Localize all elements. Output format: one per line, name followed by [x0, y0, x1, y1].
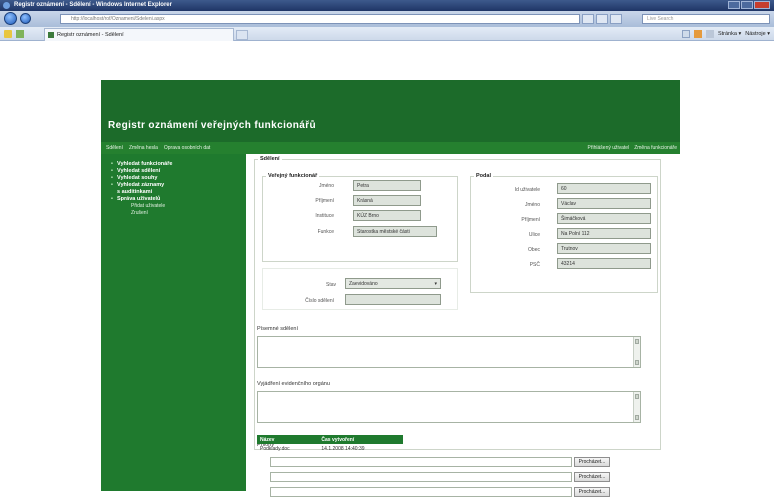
- browser-tab[interactable]: Registr oznámení - Sdělení: [44, 28, 234, 41]
- minimize-button[interactable]: [728, 1, 740, 9]
- site-header: Registr oznámení veřejných funkcionářů: [101, 80, 680, 142]
- written-notice-textarea[interactable]: [257, 336, 641, 368]
- attachment-created: 14.1.2008 14:40:39: [321, 445, 365, 452]
- stop-icon[interactable]: [596, 14, 608, 24]
- window-titlebar: Registr oznámení - Sdělení - Windows Int…: [0, 0, 774, 11]
- sidebar: • Vyhledat funkcionáře • Vyhledat sdělení …: [101, 154, 246, 491]
- new-tab-button[interactable]: [236, 30, 248, 40]
- site: Registr oznámení veřejných funkcionářů S…: [101, 80, 680, 497]
- close-button[interactable]: [754, 1, 770, 9]
- refresh-icon[interactable]: [582, 14, 594, 24]
- user-lastname-field[interactable]: Šimáčková: [557, 213, 651, 224]
- written-notice-label: Písemné sdělení: [257, 326, 298, 332]
- table-row[interactable]: Podklady.doc 14.1.2008 14:40:39: [257, 444, 403, 453]
- menu-item-logged-user[interactable]: Přihlášený uživatel: [588, 142, 630, 154]
- site-title: Registr oznámení veřejných funkcionářů: [108, 120, 317, 131]
- address-toolbar: http://localhost/rof/Oznameni/Sdeleni.as…: [0, 11, 774, 27]
- authority-response-textarea[interactable]: [257, 391, 641, 423]
- user-firstname-label: Jméno: [524, 202, 540, 208]
- table-header-row: Název Čas vytvoření: [257, 435, 403, 444]
- user-zip-field[interactable]: 43214: [557, 258, 651, 269]
- tab-title: Registr oznámení - Sdělení: [57, 32, 124, 38]
- column-header-created: Čas vytvoření: [318, 435, 403, 444]
- menu-item-change-official[interactable]: Změna funkcionáře: [634, 142, 677, 154]
- page-icon: [48, 32, 54, 38]
- user-city-label: Obec: [528, 247, 540, 253]
- user-firstname-field[interactable]: Václav: [557, 198, 651, 209]
- official-institution-label: Instituce: [315, 213, 334, 219]
- notice-legend: Sdělení: [260, 156, 280, 162]
- print-icon[interactable]: [705, 30, 714, 38]
- add-favorite-icon[interactable]: [16, 30, 24, 38]
- authority-response-label: Vyjádření evidenčního orgánu: [257, 381, 330, 387]
- sidebar-item-user-admin[interactable]: • Správa uživatelů: [101, 196, 246, 203]
- menu-item-change-password[interactable]: Změna hesla: [129, 142, 158, 154]
- sidebar-item-search-notices[interactable]: • Vyhledat sdělení: [101, 168, 246, 175]
- browse-button-1[interactable]: Procházet...: [574, 457, 610, 467]
- official-firstname-field[interactable]: Petra: [353, 180, 421, 191]
- go-icon[interactable]: [610, 14, 622, 24]
- back-button[interactable]: [4, 12, 17, 25]
- attachment-file-input-1[interactable]: [270, 457, 572, 467]
- official-legend: Veřejný funkcionář: [268, 173, 318, 179]
- official-institution-field[interactable]: KÚZ Brno: [353, 210, 421, 221]
- scrollbar[interactable]: [633, 392, 640, 422]
- attachment-file-input-2[interactable]: [270, 472, 572, 482]
- sidebar-subitem-cancel[interactable]: Zrušení: [101, 210, 246, 217]
- attachment-name[interactable]: Podklady.doc: [257, 444, 318, 453]
- submitter-legend: Podal: [476, 173, 491, 179]
- user-lastname-label: Příjmení: [521, 217, 540, 223]
- user-id-field[interactable]: 60: [557, 183, 651, 194]
- sidebar-item-search-records[interactable]: • Vyhledat záznamy s auditinkami: [101, 182, 246, 196]
- page-viewport: Registr oznámení veřejných funkcionářů S…: [0, 41, 774, 497]
- forward-button[interactable]: [20, 13, 31, 24]
- browse-button-3[interactable]: Procházet...: [574, 487, 610, 497]
- user-zip-label: PSČ: [529, 262, 540, 268]
- user-city-field[interactable]: Trutnov: [557, 243, 651, 254]
- main-menu: Sdělení Změna hesla Oprava osobních dat …: [101, 142, 680, 154]
- user-street-field[interactable]: Na Polní 112: [557, 228, 651, 239]
- sidebar-item-search-files[interactable]: • Vyhledat souhy: [101, 175, 246, 182]
- ie-icon: [3, 2, 10, 9]
- search-input[interactable]: Live Search: [642, 14, 770, 24]
- sidebar-subitem-add-user[interactable]: Přidat uživatele: [101, 203, 246, 210]
- status-label: Stav: [325, 282, 336, 288]
- notice-number-label: Číslo sdělení: [305, 298, 334, 304]
- window-title: Registr oznámení - Sdělení - Windows Int…: [14, 2, 172, 8]
- attachment-file-input-3[interactable]: [270, 487, 572, 497]
- user-id-label: Id uživatele: [514, 187, 540, 193]
- scrollbar[interactable]: [633, 337, 640, 367]
- browse-button-2[interactable]: Procházet...: [574, 472, 610, 482]
- feeds-icon[interactable]: [693, 30, 702, 38]
- tools-menu[interactable]: Nástroje ▾: [745, 29, 770, 39]
- menu-item-sdeleni[interactable]: Sdělení: [106, 142, 123, 154]
- official-firstname-label: Jméno: [318, 183, 334, 189]
- column-header-name: Název: [257, 435, 319, 444]
- menu-item-edit-personal-data[interactable]: Oprava osobních dat: [164, 142, 210, 154]
- address-bar[interactable]: http://localhost/rof/Oznameni/Sdeleni.as…: [60, 14, 580, 24]
- home-icon[interactable]: [681, 30, 690, 38]
- status-select[interactable]: Zaevidováno ▾: [345, 278, 441, 289]
- official-lastname-label: Příjmení: [315, 198, 334, 204]
- official-lastname-field[interactable]: Krásná: [353, 195, 421, 206]
- attachments-table: Název Čas vytvoření Podklady.doc 14.1.20…: [257, 435, 403, 453]
- official-function-field[interactable]: Starostka městské části: [353, 226, 437, 237]
- user-street-label: Ulice: [528, 232, 540, 238]
- official-function-label: Funkce: [317, 229, 334, 235]
- sidebar-item-search-officials[interactable]: • Vyhledat funkcionáře: [101, 161, 246, 168]
- tab-row: Registr oznámení - Sdělení Stránka ▾ Nás…: [0, 27, 774, 41]
- notice-number-field[interactable]: [345, 294, 441, 305]
- favorites-star-icon[interactable]: [4, 30, 12, 38]
- maximize-button[interactable]: [741, 1, 753, 9]
- page-menu[interactable]: Stránka ▾: [718, 29, 741, 39]
- chevron-down-icon: ▾: [434, 281, 437, 287]
